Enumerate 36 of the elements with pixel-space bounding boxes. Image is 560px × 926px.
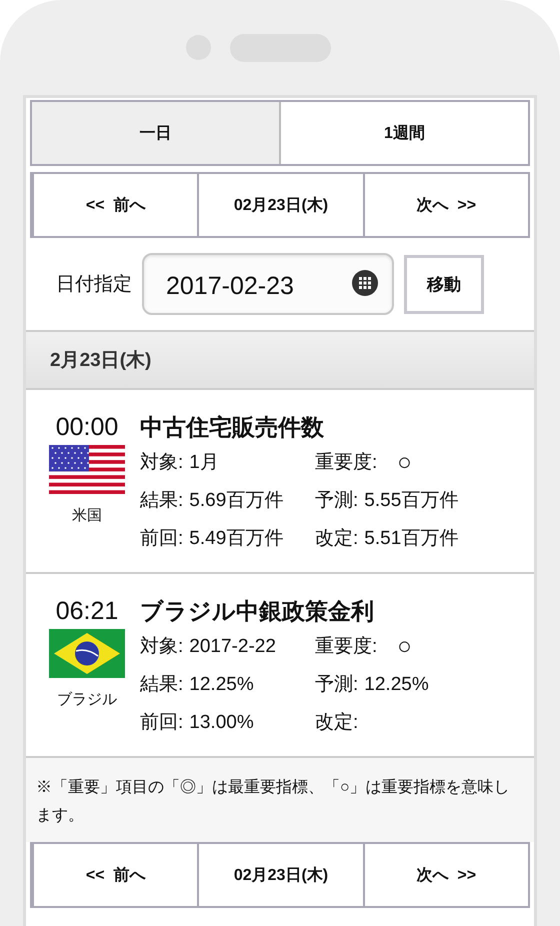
detail-value: 5.49百万件 bbox=[189, 527, 284, 551]
detail-label: 予測: bbox=[315, 673, 358, 697]
day-header: 2月23日(木) bbox=[50, 349, 152, 373]
go-button[interactable]: 移動 bbox=[404, 254, 484, 314]
detail-value: 5.55百万件 bbox=[364, 489, 458, 513]
detail-label: 結果: bbox=[140, 673, 184, 697]
country-name: ブラジル bbox=[57, 690, 117, 709]
detail-label: 前回: bbox=[140, 527, 184, 551]
detail-label: 改定: bbox=[315, 527, 358, 551]
detail-value: 5.51百万件 bbox=[364, 527, 458, 551]
detail-label: 重要度: bbox=[315, 635, 378, 659]
detail-label: 対象: bbox=[140, 635, 184, 659]
country-name: 米国 bbox=[72, 506, 102, 525]
event-time: 00:00 bbox=[56, 412, 118, 442]
detail-value: 12.25% bbox=[364, 673, 429, 697]
detail-value: 13.00% bbox=[189, 711, 254, 735]
detail-label: 対象: bbox=[140, 451, 184, 475]
detail-label: 前回: bbox=[140, 711, 184, 735]
detail-value: 5.69百万件 bbox=[189, 489, 284, 513]
detail-value: ○ bbox=[397, 448, 412, 478]
calendar-icon[interactable] bbox=[352, 270, 378, 296]
event-title: ブラジル中銀政策金利 bbox=[140, 597, 375, 626]
date-label: 日付指定 bbox=[56, 273, 132, 297]
date-field[interactable]: 2017-02-23 bbox=[142, 253, 394, 315]
detail-value: 12.25% bbox=[189, 673, 254, 697]
detail-value: ○ bbox=[397, 632, 412, 662]
detail-label: 予測: bbox=[315, 489, 358, 513]
detail-label: 重要度: bbox=[315, 451, 378, 475]
detail-label: 結果: bbox=[140, 489, 184, 513]
note-text: ※「重要」項目の「◎」は最重要指標、「○」は重要指標を意味します。 bbox=[36, 779, 510, 824]
event-time: 06:21 bbox=[56, 596, 118, 626]
detail-value: 2017-2-22 bbox=[189, 635, 276, 659]
tab[interactable]: 一日 bbox=[32, 102, 279, 164]
event-title: 中古住宅販売件数 bbox=[140, 413, 325, 442]
detail-value: 1月 bbox=[189, 451, 219, 475]
detail-label: 改定: bbox=[315, 711, 358, 735]
